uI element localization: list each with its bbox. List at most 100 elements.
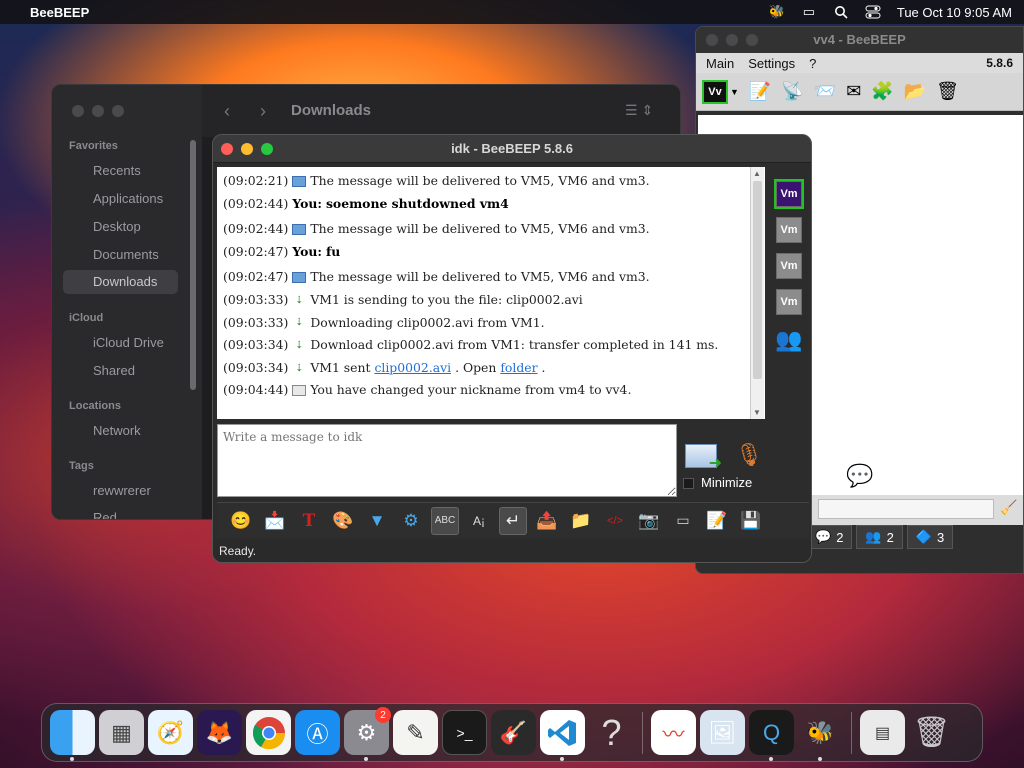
sidebar-item-network[interactable]: Network xyxy=(93,423,141,438)
member-avatar[interactable]: Vm xyxy=(774,179,804,209)
tab-chats[interactable]: 💬 2 xyxy=(806,525,853,549)
message-input[interactable] xyxy=(217,424,677,497)
active-app-name[interactable]: BeeBEEP xyxy=(30,5,89,20)
system-settings-icon[interactable]: ⚙ 2 xyxy=(344,707,391,761)
terminal-app-icon[interactable]: >_ xyxy=(442,710,487,755)
font-icon[interactable]: T xyxy=(295,507,323,535)
plugins-icon[interactable]: 🧩 xyxy=(871,81,893,102)
sidebar-item-desktop[interactable]: Desktop xyxy=(93,219,141,234)
user-avatar-icon[interactable]: Vv xyxy=(702,79,728,104)
freeform-icon[interactable]: 〰 xyxy=(651,710,696,755)
zoom-button[interactable] xyxy=(112,105,124,117)
forward-icon[interactable]: › xyxy=(260,101,266,122)
screenshot-thumbnail-icon[interactable]: ▤ xyxy=(860,710,905,755)
save-chat-icon[interactable]: 💾 xyxy=(737,507,765,535)
mail-read-icon[interactable]: 📩 xyxy=(261,507,289,535)
settings-gear-icon[interactable]: ⚙ xyxy=(397,507,425,535)
sidebar-item-shared[interactable]: Shared xyxy=(93,363,135,378)
sidebar-item-applications[interactable]: Applications xyxy=(93,191,163,206)
group-users-icon[interactable]: 👥 xyxy=(775,327,802,353)
sidebar-item-icloud-drive[interactable]: iCloud Drive xyxy=(93,335,164,350)
send-file-icon[interactable]: 📤 xyxy=(533,507,561,535)
preview-icon[interactable]: 🖼 xyxy=(700,710,745,755)
beebeep-tray-icon[interactable]: 🐝 xyxy=(769,4,785,19)
launchpad-icon[interactable]: ▦ xyxy=(99,710,144,755)
chat-icon: 💬 xyxy=(815,529,832,544)
tab-shares[interactable]: 🔷 3 xyxy=(906,525,954,549)
scroll-up-icon[interactable]: ▲ xyxy=(753,169,761,178)
clear-filter-icon[interactable]: 🧹 xyxy=(1000,499,1017,516)
sidebar-item-tag-red[interactable]: Red xyxy=(93,510,117,519)
screenshot-icon[interactable]: 📷 xyxy=(635,507,663,535)
minimize-checkbox[interactable] xyxy=(683,478,694,489)
chrome-icon[interactable] xyxy=(246,710,291,755)
garageband-icon[interactable]: 🎸 xyxy=(491,710,536,755)
beebeep-icon[interactable]: 🐝 xyxy=(798,710,843,761)
scroll-down-icon[interactable]: ▼ xyxy=(753,408,761,417)
menu-help[interactable]: ? xyxy=(809,56,816,71)
chat-scrollbar[interactable]: ▲ ▼ xyxy=(750,167,764,419)
font-color-icon[interactable]: 🎨 xyxy=(329,507,357,535)
sidebar-item-documents[interactable]: Documents xyxy=(93,247,159,262)
trash-icon[interactable]: 🗑 xyxy=(936,81,959,102)
running-indicator xyxy=(70,757,74,761)
app-store-icon[interactable]: Ⓐ xyxy=(295,710,340,755)
send-folder-icon[interactable]: 📁 xyxy=(567,507,595,535)
message-time: (09:04:44) xyxy=(223,382,289,398)
mail-icon xyxy=(292,223,307,235)
edit-note-icon[interactable]: 📝 xyxy=(703,507,731,535)
scroll-thumb[interactable] xyxy=(753,181,762,379)
sidebar-item-tag[interactable]: rewwrerer xyxy=(93,483,151,498)
chat-bubble-icon: 💬 xyxy=(846,463,874,488)
help-icon[interactable]: ? xyxy=(589,710,634,755)
textedit-icon[interactable]: ✎ xyxy=(393,710,438,755)
control-center-icon[interactable] xyxy=(865,5,881,19)
sidebar-item-recents[interactable]: Recents xyxy=(93,163,141,178)
open-folder-icon[interactable]: 📂 xyxy=(904,81,926,102)
message-time: (09:02:44) xyxy=(223,195,289,211)
finder-icon[interactable] xyxy=(50,710,95,761)
spellcheck-icon[interactable]: ABC xyxy=(431,506,459,535)
microphone-icon[interactable]: 🎙 xyxy=(735,442,763,468)
search-icon[interactable] xyxy=(833,5,849,19)
filter-icon[interactable]: ▼ xyxy=(363,507,391,535)
quicktime-icon[interactable]: Q xyxy=(749,710,794,761)
menu-main[interactable]: Main xyxy=(706,56,734,71)
back-icon[interactable]: ‹ xyxy=(224,101,230,122)
edit-profile-icon[interactable]: 📝 xyxy=(749,81,771,102)
folder-link[interactable]: folder xyxy=(500,357,537,380)
chat-message: (09:03:33) ⇣ VM1 is sending to you the f… xyxy=(223,289,759,312)
chat-log[interactable]: (09:02:21) The message will be delivered… xyxy=(217,167,765,419)
main-tabs: 💬 2 👥 2 🔷 3 xyxy=(806,525,954,549)
list-view-icon[interactable]: ☰ ⇕ xyxy=(625,102,653,119)
write-message-icon[interactable]: ✉ xyxy=(846,81,861,102)
sidebar-scrollbar[interactable] xyxy=(190,140,196,390)
safari-icon[interactable]: 🧭 xyxy=(148,710,193,755)
member-avatar[interactable]: Vm xyxy=(776,217,802,243)
code-icon[interactable]: </> xyxy=(601,507,629,535)
word-completer-icon[interactable]: A¡ xyxy=(465,507,493,535)
clock[interactable]: Tue Oct 10 9:05 AM xyxy=(897,5,1012,20)
emoticon-icon[interactable]: 😊 xyxy=(227,507,255,535)
terminal-icon[interactable]: ▭ xyxy=(669,507,697,535)
sidebar-item-downloads[interactable]: Downloads xyxy=(63,270,178,294)
window-icon[interactable]: ▭ xyxy=(801,4,817,19)
minimize-button[interactable] xyxy=(92,105,104,117)
member-avatar[interactable]: Vm xyxy=(776,289,802,315)
trash-icon[interactable]: 🗑 xyxy=(909,710,954,755)
status-dropdown-icon[interactable]: ▼ xyxy=(730,87,739,97)
firefox-icon[interactable]: 🦊 xyxy=(197,710,242,755)
close-button[interactable] xyxy=(72,105,84,117)
send-message-icon[interactable] xyxy=(685,444,722,473)
enter-to-send-icon[interactable]: ↵ xyxy=(499,506,527,535)
filter-input[interactable] xyxy=(818,499,994,519)
file-link[interactable]: clip0002.avi xyxy=(374,357,451,380)
menu-settings[interactable]: Settings xyxy=(748,56,795,71)
broadcast-icon[interactable]: 📨 xyxy=(814,81,836,102)
vscode-icon[interactable] xyxy=(540,710,585,761)
tab-users[interactable]: 👥 2 xyxy=(856,525,903,549)
member-avatar[interactable]: Vm xyxy=(776,253,802,279)
tab-shares-count: 3 xyxy=(937,529,945,545)
network-icon[interactable]: 📡 xyxy=(781,81,803,102)
chat-window-title: idk - BeeBEEP 5.8.6 xyxy=(451,141,573,156)
